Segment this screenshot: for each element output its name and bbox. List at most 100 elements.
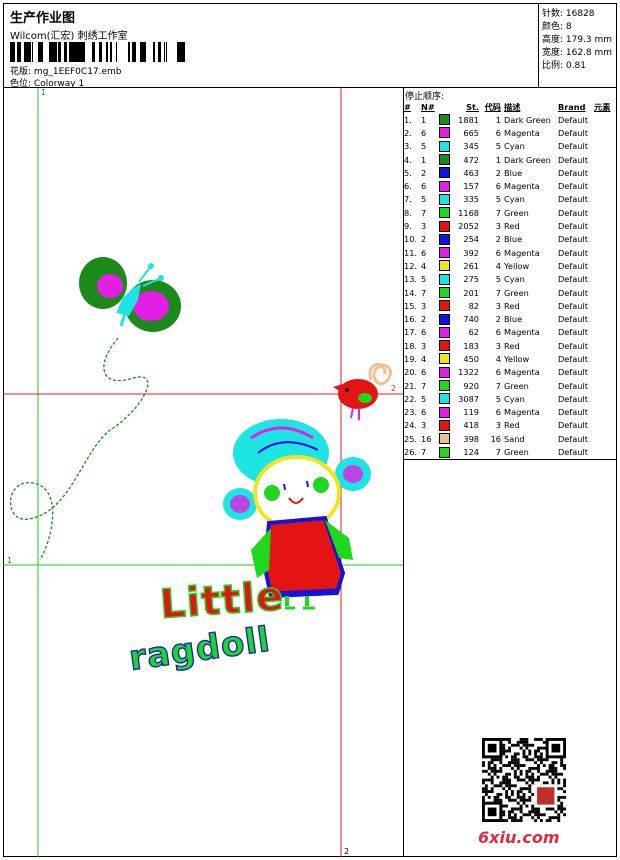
barcode (10, 42, 185, 62)
row-description: Cyan (504, 141, 525, 152)
row-description: Cyan (504, 194, 525, 205)
row-index: 24. (404, 420, 418, 431)
stat-height: 高度: 179.3 mm (542, 35, 613, 45)
row-stitches: 335 (463, 194, 479, 205)
table-row: 9. 3 2052 3 Red Default (404, 219, 616, 232)
row-index: 10. (404, 234, 418, 245)
row-description: Magenta (504, 367, 540, 378)
row-code: 7 (495, 207, 501, 218)
row-index: 23. (404, 407, 418, 418)
row-brand: Default (558, 393, 588, 404)
row-code: 4 (495, 353, 501, 364)
row-stitches: 1322 (458, 367, 479, 378)
color-sequence-table: # N# St. 代码 描述 Brand 元素 1. 1 1881 1 Dark Gre… (404, 100, 616, 459)
row-swatch (439, 286, 453, 299)
color-swatch (439, 207, 450, 219)
table-row: 12. 4 261 4 Yellow Default (404, 259, 616, 272)
green-guide-label-top: 1 (41, 88, 47, 97)
color-swatch (439, 220, 450, 232)
row-needle: 7 (421, 287, 427, 298)
row-swatch (439, 246, 453, 259)
row-stitches: 201 (463, 287, 479, 298)
row-brand: Default (558, 287, 588, 298)
header-brand: Brand (558, 101, 586, 112)
row-code: 3 (495, 221, 501, 232)
row-element (594, 326, 616, 339)
row-description: Red (504, 221, 520, 232)
row-brand: Default (558, 327, 588, 338)
row-needle: 1 (421, 154, 427, 165)
color-swatch (439, 127, 450, 139)
page-title: 生产作业图 (10, 11, 76, 26)
row-description: Red (504, 420, 520, 431)
row-description: Blue (504, 234, 523, 245)
row-brand: Default (558, 114, 588, 125)
row-element (594, 273, 616, 286)
row-description: Magenta (504, 127, 540, 138)
row-needle: 3 (421, 300, 427, 311)
row-description: Cyan (504, 393, 525, 404)
row-description: Red (504, 340, 520, 351)
table-row: 2. 6 665 6 Magenta Default (404, 126, 616, 139)
row-needle: 5 (421, 393, 427, 404)
row-index: 20. (404, 367, 418, 378)
color-swatch (439, 114, 450, 126)
row-needle: 6 (421, 247, 427, 258)
row-element (594, 113, 616, 126)
row-index: 19. (404, 353, 418, 364)
row-swatch (439, 366, 453, 379)
row-code: 4 (495, 260, 501, 271)
green-guide-label-left: 1 (7, 556, 13, 565)
row-index: 1. (404, 114, 412, 125)
header-swatch (439, 100, 453, 113)
row-brand: Default (558, 181, 588, 192)
row-index: 14. (404, 287, 418, 298)
row-element (594, 419, 616, 432)
row-element (594, 352, 616, 365)
color-swatch (439, 446, 450, 458)
row-stitches: 472 (463, 154, 479, 165)
design-text-ragdoll: ragdoll (127, 620, 273, 679)
row-needle: 6 (421, 407, 427, 418)
row-brand: Default (558, 207, 588, 218)
color-sequence-box: 停止顺序: # N# St. 代码 描述 Brand 元素 1. 1 1881 1 Da… (404, 88, 617, 460)
row-description: Blue (504, 167, 523, 178)
header-description: 描述 (504, 101, 521, 112)
row-code: 5 (495, 141, 501, 152)
row-brand: Default (558, 127, 588, 138)
row-code: 6 (495, 367, 501, 378)
row-element (594, 406, 616, 419)
stat-width: 宽度: 162.8 mm (542, 48, 613, 58)
color-swatch (439, 326, 450, 338)
color-swatch (439, 419, 450, 431)
row-needle: 7 (421, 380, 427, 391)
row-description: Magenta (504, 181, 540, 192)
row-index: 7. (404, 194, 412, 205)
row-stitches: 183 (463, 340, 479, 351)
row-element (594, 140, 616, 153)
row-swatch (439, 233, 453, 246)
row-swatch (439, 140, 453, 153)
row-swatch (439, 219, 453, 232)
row-description: Blue (504, 314, 523, 325)
row-needle: 6 (421, 327, 427, 338)
row-brand: Default (558, 447, 588, 458)
row-swatch (439, 339, 453, 352)
color-swatch (439, 353, 450, 365)
row-swatch (439, 259, 453, 272)
row-brand: Default (558, 407, 588, 418)
table-row: 25. 16 398 16 Sand Default (404, 432, 616, 445)
color-swatch (439, 313, 450, 325)
row-element (594, 246, 616, 259)
row-index: 5. (404, 167, 412, 178)
row-description: Green (504, 380, 529, 391)
row-stitches: 82 (468, 300, 479, 311)
row-description: Magenta (504, 247, 540, 258)
red-guide-label-right: 2 (391, 384, 397, 393)
row-index: 15. (404, 300, 418, 311)
row-needle: 1 (421, 114, 427, 125)
row-index: 26. (404, 447, 418, 458)
row-brand: Default (558, 433, 588, 444)
row-index: 25. (404, 433, 418, 444)
row-swatch (439, 419, 453, 432)
